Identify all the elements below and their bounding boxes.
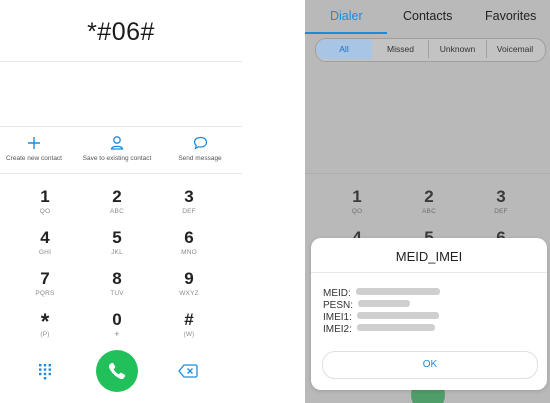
- tab-dialer[interactable]: Dialer: [330, 9, 363, 23]
- key-digit: 0: [112, 310, 122, 329]
- dialer-screen-right: Dialer Contacts Favorites All Missed Unk…: [305, 0, 550, 403]
- key-digit: 2: [112, 187, 122, 206]
- key-3[interactable]: 3 DEF: [169, 187, 209, 227]
- meid-imei-dialog: MEID_IMEI MEID: PESN: IMEI1: IMEI2: OK: [311, 238, 547, 390]
- key-digit: #: [184, 310, 194, 329]
- ok-button[interactable]: OK: [322, 351, 538, 379]
- key-digit: 4: [40, 228, 50, 247]
- key-digit: 1: [40, 187, 50, 206]
- imei1-row: IMEI1:: [323, 307, 440, 323]
- key-letters: MNO: [181, 249, 197, 256]
- plus-icon: [28, 137, 40, 149]
- key-digit: 3: [496, 187, 506, 206]
- key-letters: JKL: [111, 249, 123, 256]
- call-button[interactable]: [96, 350, 138, 392]
- pesn-row: PESN:: [323, 295, 411, 311]
- ok-button-label: OK: [422, 359, 438, 370]
- key-8[interactable]: 8 TUV: [97, 269, 137, 309]
- key-digit: 8: [112, 269, 122, 288]
- key-letters: DEF: [182, 208, 196, 215]
- key-digit: 9: [184, 269, 194, 288]
- dialer-screen-left: *#06# Create new contact Save to existin…: [0, 0, 242, 403]
- key-digit: 7: [40, 269, 50, 288]
- key-star[interactable]: * (P): [25, 309, 65, 350]
- key-letters: DEF: [494, 208, 508, 215]
- key-5[interactable]: 5 JKL: [97, 228, 137, 268]
- backspace-button[interactable]: [178, 363, 198, 379]
- save-to-existing-contact-label: Save to existing contact: [82, 155, 152, 162]
- tab-contacts[interactable]: Contacts: [403, 9, 452, 23]
- filter-all[interactable]: All: [316, 39, 372, 59]
- key-7[interactable]: 7 PQRS: [25, 269, 65, 309]
- key-0[interactable]: 0 +: [97, 310, 137, 350]
- send-message-label: Send message: [178, 155, 222, 162]
- call-icon: [108, 362, 126, 380]
- divider: [305, 173, 550, 174]
- filter-unknown[interactable]: Unknown: [429, 39, 486, 59]
- divider: [311, 272, 547, 273]
- meid-row: MEID:: [323, 283, 441, 299]
- divider: [0, 173, 242, 174]
- key-letters: QO: [351, 208, 363, 215]
- dialpad-toggle-button[interactable]: [36, 362, 54, 380]
- key-letters: PQRS: [35, 290, 55, 297]
- key-2: 2 ABC: [409, 187, 449, 227]
- imei2-value-blurred: [357, 324, 436, 332]
- key-4[interactable]: 4 GHI: [25, 228, 65, 268]
- filter-missed[interactable]: Missed: [373, 39, 428, 59]
- create-new-contact-button[interactable]: Create new contact: [4, 134, 64, 164]
- person-icon: [110, 136, 124, 150]
- key-letters: (P): [40, 331, 50, 338]
- save-to-existing-contact-button[interactable]: Save to existing contact: [80, 134, 154, 164]
- key-letters: ABC: [110, 208, 124, 215]
- key-letters: (W): [183, 331, 195, 338]
- message-bubble-icon: [193, 136, 208, 150]
- key-9[interactable]: 9 WXYZ: [169, 269, 209, 309]
- tab-favorites[interactable]: Favorites: [485, 9, 536, 23]
- key-digit: 5: [112, 228, 122, 247]
- key-2[interactable]: 2 ABC: [97, 187, 137, 227]
- send-message-button[interactable]: Send message: [170, 134, 230, 164]
- filter-voicemail[interactable]: Voicemail: [487, 39, 543, 59]
- create-new-contact-label: Create new contact: [5, 155, 62, 162]
- key-digit: 1: [352, 187, 362, 206]
- key-letters: ABC: [422, 208, 436, 215]
- imei2-label: IMEI2:: [323, 324, 352, 335]
- imei2-row: IMEI2:: [323, 319, 436, 335]
- divider: [0, 126, 242, 127]
- active-tab-indicator: [305, 32, 387, 34]
- key-1: 1 QO: [337, 187, 377, 227]
- key-digit: 3: [184, 187, 194, 206]
- key-6[interactable]: 6 MNO: [169, 228, 209, 268]
- backspace-icon: [178, 364, 198, 378]
- key-letters: QO: [39, 208, 51, 215]
- key-letters: GHI: [38, 249, 52, 256]
- key-letters: TUV: [110, 290, 124, 297]
- key-letters: +: [114, 329, 120, 339]
- dialog-title: MEID_IMEI: [395, 249, 463, 264]
- key-1[interactable]: 1 QO: [25, 187, 65, 227]
- key-hash[interactable]: # (W): [169, 310, 209, 350]
- dialpad-grid-icon: [39, 364, 51, 380]
- divider: [0, 61, 242, 62]
- key-digit: 6: [184, 228, 194, 247]
- dialed-number-display: *#06#: [87, 18, 155, 46]
- key-digit: 2: [424, 187, 434, 206]
- key-3: 3 DEF: [481, 187, 521, 227]
- key-letters: WXYZ: [179, 290, 199, 297]
